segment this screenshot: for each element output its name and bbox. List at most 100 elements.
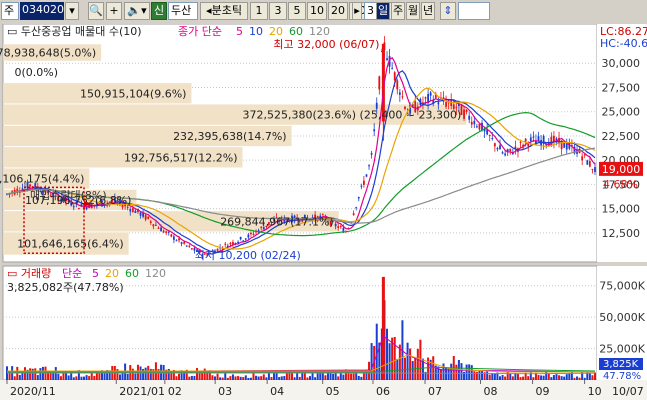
- tick-mode-button[interactable]: ◂분초틱: [200, 2, 248, 20]
- new-button[interactable]: 신: [151, 2, 167, 20]
- candle-body: [386, 58, 388, 61]
- volume-bar: [131, 368, 134, 380]
- add-icon[interactable]: +: [106, 2, 122, 20]
- stock-code-input[interactable]: 034020: [20, 2, 64, 20]
- candle-body: [252, 233, 255, 235]
- volume-bar: [352, 373, 355, 380]
- period-button-3[interactable]: 3: [269, 2, 287, 20]
- volume-bar: [29, 368, 32, 380]
- candle-body: [180, 242, 183, 244]
- period-button-5[interactable]: 5: [288, 2, 306, 20]
- volume-bar: [62, 372, 65, 380]
- unit-day-button[interactable]: 일: [376, 2, 390, 20]
- candle-body: [339, 226, 342, 228]
- candle-body: [370, 153, 373, 155]
- candle-body: [147, 216, 150, 219]
- price-tick-label: 30,000: [602, 57, 641, 70]
- volume-bar: [190, 375, 193, 380]
- volume-bar: [308, 376, 311, 380]
- volume-ma-legend-5: 5: [92, 267, 99, 280]
- candle-body: [491, 137, 494, 139]
- x-tick-label-last: 10/07: [612, 385, 644, 398]
- volume-bar: [321, 372, 324, 380]
- volume-bar: [388, 343, 391, 380]
- volume-bar: [211, 375, 214, 380]
- volume-bar: [193, 375, 196, 380]
- candle-body: [468, 115, 471, 120]
- sound-icon[interactable]: 🔈▾: [124, 2, 150, 20]
- candle-body: [373, 129, 376, 132]
- dropdown-arrow-icon[interactable]: ▾: [65, 2, 79, 20]
- period-button-1[interactable]: 1: [250, 2, 268, 20]
- unit-week-button[interactable]: 주: [391, 2, 405, 20]
- chart-area[interactable]: 30,00027,50025,00022,50020,00017,50015,0…: [0, 24, 647, 400]
- blank-input[interactable]: [458, 2, 490, 20]
- ma-legend-60: 60: [289, 25, 303, 38]
- volume-bar: [355, 373, 358, 380]
- price-tick-label: 25,000: [602, 106, 641, 119]
- volume-bar: [18, 374, 21, 380]
- candle-body: [229, 242, 232, 245]
- volume-bar: [511, 376, 514, 380]
- period-nav-icon[interactable]: ▸: [352, 2, 362, 20]
- volume-bar: [491, 372, 494, 380]
- candle-body: [157, 227, 160, 229]
- candle-body: [175, 240, 178, 242]
- candle-body: [357, 196, 360, 199]
- volume-bar: [342, 374, 345, 380]
- x-tick-label: 2020/11: [10, 385, 56, 398]
- unit-year-button[interactable]: 년: [421, 2, 435, 20]
- market-label: 주: [4, 4, 15, 17]
- volume-bar: [403, 357, 406, 380]
- volume-bar: [442, 363, 445, 380]
- volume-bar: [126, 373, 129, 380]
- candle-body: [396, 80, 399, 90]
- ma-legend-10: 10: [249, 25, 263, 38]
- x-tick-label: 2021/01: [119, 385, 165, 398]
- current-change: 4.68%: [603, 178, 638, 191]
- volume-ma-legend-20: 20: [105, 267, 119, 280]
- volume-bar: [460, 363, 463, 380]
- scroll-updown-icon[interactable]: ⇕: [440, 2, 456, 20]
- volume-bar: [588, 373, 591, 380]
- volume-value-label: 3,825,082주(47.78%): [7, 281, 124, 294]
- candle-body: [334, 223, 337, 227]
- volume-bar: [301, 372, 304, 380]
- volume-bar: [39, 368, 42, 380]
- unit-year-label: 년: [422, 4, 434, 17]
- volume-bar: [265, 377, 268, 380]
- volume-bar: [196, 368, 199, 380]
- candle-body: [77, 208, 80, 210]
- unit-month-button[interactable]: 월: [406, 2, 420, 20]
- volume-bar: [23, 367, 26, 380]
- volume-bar: [242, 377, 245, 380]
- volume-bar: [175, 376, 178, 380]
- candle-body: [368, 165, 370, 167]
- candle-body: [183, 241, 186, 244]
- x-tick-label: 06: [376, 385, 390, 398]
- x-tick-label: 04: [270, 385, 284, 398]
- market-select[interactable]: 주: [1, 2, 19, 20]
- volume-bar: [370, 343, 373, 380]
- volume-bar: [249, 377, 252, 380]
- volume-bar: [31, 368, 34, 380]
- period-button-10[interactable]: 10: [307, 2, 327, 20]
- volume-bar: [537, 375, 540, 380]
- volume-profile-label: 150,915,104(9.6%): [80, 87, 187, 100]
- search-icon[interactable]: 🔍: [88, 2, 104, 20]
- candle-body: [475, 126, 478, 128]
- volume-bar: [576, 376, 579, 380]
- volume-profile-label: 70,106,175(4.4%): [0, 173, 84, 186]
- volume-bar: [522, 376, 525, 380]
- volume-bar: [362, 373, 365, 380]
- period-button-20[interactable]: 20: [328, 2, 348, 20]
- volume-bar: [516, 373, 519, 380]
- candle-body: [129, 209, 132, 212]
- volume-profile-label: 78,938,648(5.0%): [0, 47, 96, 60]
- volume-bar: [216, 373, 219, 380]
- volume-bar: [314, 377, 317, 380]
- candle-body: [496, 148, 499, 150]
- candle-body: [363, 180, 365, 185]
- volume-bar: [72, 377, 75, 380]
- ma-legend-20: 20: [269, 25, 283, 38]
